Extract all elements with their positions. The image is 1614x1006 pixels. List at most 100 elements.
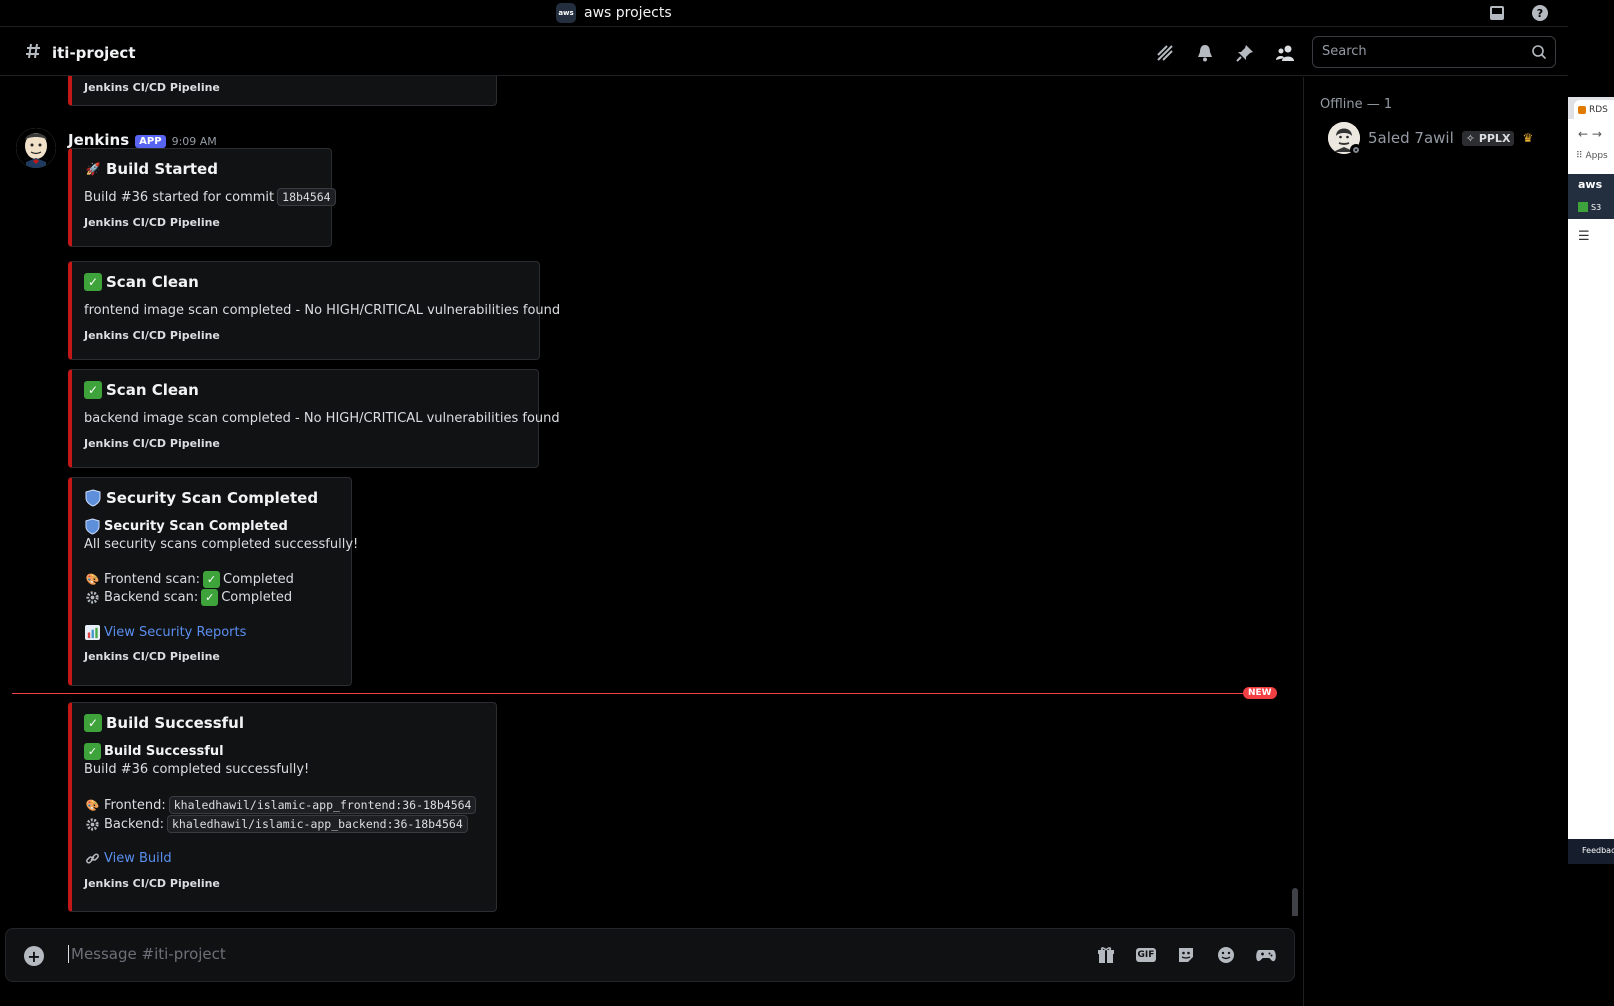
security-report-line: View Security Reports [84, 624, 246, 641]
timestamp[interactable]: 9:09 AM [172, 135, 217, 148]
background-browser-window: RDS ← → ⠿ Apps aws S3 ☰ Feedback [1568, 97, 1614, 864]
channel-title: iti-project [24, 41, 136, 65]
embed-description: frontend image scan completed - No HIGH/… [84, 303, 561, 318]
backend-scan-line: Backend scan: ✓ Completed [84, 589, 292, 606]
check-icon: ✓ [84, 714, 102, 732]
embed-partial: Jenkins CI/CD Pipeline [68, 76, 497, 106]
scrollbar-thumb[interactable] [1292, 888, 1298, 916]
commit-code: 18b4564 [277, 188, 336, 206]
palette-icon: 🎨 [85, 798, 100, 812]
view-security-reports-link[interactable]: View Security Reports [104, 625, 246, 640]
embed-scan-frontend: ✓ Scan Clean frontend image scan complet… [68, 261, 560, 360]
aws-logo[interactable]: aws [1578, 178, 1602, 191]
message-list[interactable]: Jenkins CI/CD Pipeline Jenkins APP 9:09 … [0, 76, 1302, 916]
offline-status-icon [1350, 144, 1362, 156]
embed-build-successful: ✓ Build Successful ✓ Build Successful Bu… [68, 702, 497, 912]
embed-description: backend image scan completed - No HIGH/C… [84, 411, 560, 426]
sticker-icon[interactable] [1175, 944, 1197, 966]
embed-subtitle: Security Scan Completed [84, 518, 288, 535]
activities-gamepad-icon[interactable] [1255, 944, 1277, 966]
gear-icon [84, 816, 101, 833]
embed-subtitle: ✓ Build Successful [84, 743, 224, 760]
new-badge: NEW [1243, 687, 1277, 699]
embed-footer: Jenkins CI/CD Pipeline [84, 81, 220, 94]
rocket-icon: 🚀 [85, 162, 101, 176]
embed-summary: Build #36 completed successfully! [84, 762, 310, 777]
search-input[interactable] [1322, 44, 1522, 59]
member-list-icon[interactable] [1274, 42, 1296, 64]
pin-icon[interactable] [1234, 42, 1256, 64]
backend-image-line: Backend: khaledhawil/islamic-app_backend… [84, 815, 468, 833]
rds-favicon-icon [1578, 105, 1586, 114]
feedback-link[interactable]: Feedback [1568, 839, 1614, 864]
embed-security-scan: Security Scan Completed Security Scan Co… [68, 477, 358, 686]
browser-back-forward-icons[interactable]: ← → [1578, 127, 1602, 141]
hamburger-menu-icon[interactable]: ☰ [1578, 229, 1590, 244]
bar-chart-icon [84, 624, 101, 641]
frontend-image-code: khaledhawil/islamic-app_frontend:36-18b4… [168, 796, 477, 814]
notification-bell-icon[interactable] [1194, 42, 1216, 64]
browser-tab-strip: RDS [1568, 97, 1614, 119]
embed-footer: Jenkins CI/CD Pipeline [84, 216, 220, 229]
check-icon: ✓ [84, 381, 102, 399]
link-icon [84, 850, 101, 867]
message-composer: + GIF [5, 928, 1295, 982]
s3-icon [1578, 202, 1588, 212]
server-icon: aws [556, 3, 576, 23]
add-attachment-button[interactable]: + [24, 946, 44, 966]
check-icon: ✓ [84, 273, 102, 291]
channel-name: iti-project [52, 44, 136, 62]
embed-title: Security Scan Completed [84, 489, 318, 507]
inbox-icon[interactable] [1487, 3, 1507, 23]
member-item[interactable]: 5aled 7awil ✧ PPLX ♛ [1328, 122, 1534, 156]
embed-footer: Jenkins CI/CD Pipeline [84, 329, 220, 342]
apps-shortcut[interactable]: ⠿ Apps [1576, 151, 1608, 161]
title-bar: aws aws projects ? [0, 0, 1568, 27]
check-icon: ✓ [203, 571, 221, 588]
help-icon[interactable]: ? [1530, 3, 1550, 23]
shield-icon [84, 489, 102, 507]
embed-title: ✓ Scan Clean [84, 381, 199, 399]
embed-title: ✓ Build Successful [84, 714, 244, 732]
server-title: aws aws projects [556, 3, 672, 23]
palette-icon: 🎨 [85, 573, 100, 586]
view-build-link[interactable]: View Build [104, 851, 172, 866]
server-name: aws projects [584, 5, 672, 21]
embed-footer: Jenkins CI/CD Pipeline [84, 437, 220, 450]
frontend-scan-line: 🎨 Frontend scan: ✓ Completed [85, 571, 294, 588]
gear-icon [84, 589, 101, 606]
backend-image-code: khaledhawil/islamic-app_backend:36-18b45… [166, 815, 468, 833]
app-badge: APP [135, 135, 166, 148]
gift-icon[interactable] [1095, 944, 1117, 966]
view-build-line: View Build [84, 850, 172, 867]
message-input[interactable] [68, 945, 968, 963]
new-messages-divider [12, 693, 1272, 694]
aws-console-bar: aws S3 [1568, 174, 1614, 219]
embed-footer: Jenkins CI/CD Pipeline [84, 650, 220, 663]
frontend-image-line: 🎨 Frontend: khaledhawil/islamic-app_fron… [84, 796, 477, 814]
search-box[interactable] [1312, 36, 1556, 68]
embed-footer: Jenkins CI/CD Pipeline [84, 877, 220, 890]
search-icon [1531, 44, 1547, 64]
embed-description: Build #36 started for commit 18b4564 [84, 188, 336, 206]
member-list: Offline — 1 5aled 7awil ✧ PPLX ♛ [1303, 77, 1568, 1006]
thread-channel-icon [24, 41, 44, 65]
check-icon: ✓ [201, 589, 219, 606]
emoji-icon[interactable] [1215, 944, 1237, 966]
crown-icon: ♛ [1522, 131, 1534, 145]
check-icon: ✓ [84, 743, 101, 760]
gif-icon[interactable]: GIF [1135, 944, 1157, 966]
browser-tab[interactable]: RDS [1574, 100, 1614, 119]
threads-icon[interactable] [1154, 42, 1176, 64]
avatar[interactable] [16, 128, 56, 168]
author-name[interactable]: Jenkins [68, 131, 129, 149]
embed-build-started: 🚀 Build Started Build #36 started for co… [68, 148, 336, 247]
shield-icon [84, 518, 101, 535]
message-header: Jenkins APP 9:09 AM [68, 131, 217, 149]
channel-header: iti-project [0, 28, 1568, 76]
member-tag: ✧ PPLX [1461, 130, 1515, 146]
svg-text:?: ? [1537, 7, 1543, 20]
member-name: 5aled 7awil [1368, 129, 1454, 147]
embed-scan-backend: ✓ Scan Clean backend image scan complete… [68, 369, 560, 468]
s3-shortcut[interactable]: S3 [1578, 202, 1601, 212]
